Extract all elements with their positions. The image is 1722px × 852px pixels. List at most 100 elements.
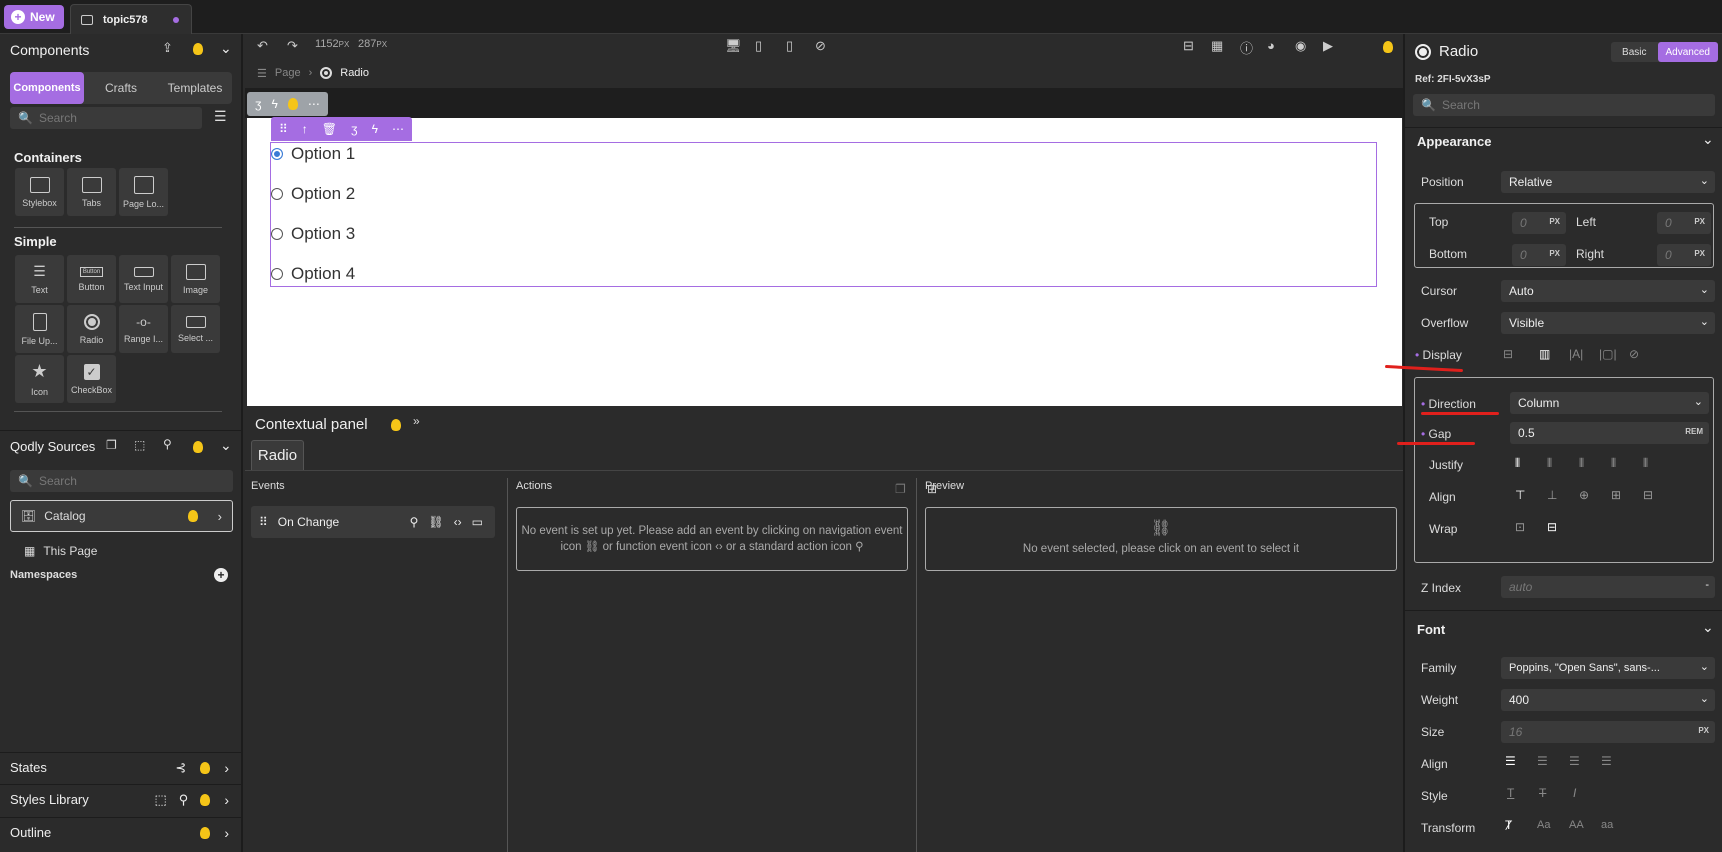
export-icon[interactable]: ⇪ (162, 40, 173, 56)
display-inline-block-icon[interactable]: |▢| (1599, 347, 1617, 361)
eye-icon[interactable]: ◉ (1295, 38, 1306, 54)
position-select[interactable]: Relative ⌄ (1501, 171, 1715, 193)
justify-start-icon[interactable]: ⫴ (1515, 456, 1520, 471)
tab-templates[interactable]: Templates (158, 72, 232, 104)
chevron-down-icon[interactable]: ⌄ (220, 437, 232, 454)
tile-tabs[interactable]: Tabs (67, 168, 116, 216)
mobile-icon[interactable]: ▯ (786, 38, 793, 54)
display-none-icon[interactable]: ⊘ (1629, 347, 1639, 361)
branch-icon[interactable]: ⊰ (175, 760, 186, 776)
states-row[interactable]: States ⊰ › (0, 752, 241, 782)
components-search[interactable]: 🔍 Search (10, 107, 202, 129)
play-icon[interactable]: ▶ (1323, 38, 1333, 54)
broom-icon[interactable]: ⚲ (179, 792, 189, 808)
outline-row[interactable]: Outline › (0, 817, 241, 847)
tablet-icon[interactable]: ▯ (755, 38, 762, 54)
tile-image[interactable]: Image (171, 255, 220, 303)
radio-input[interactable] (271, 148, 283, 160)
desktop-icon[interactable]: 🖥 (725, 38, 742, 54)
transform-none-icon[interactable]: Ⱦ (1505, 818, 1512, 832)
responsive-off-icon[interactable]: ⊘ (815, 38, 826, 54)
tile-icon[interactable]: ★ Icon (15, 355, 64, 403)
tile-text-input[interactable]: Text Input (119, 255, 168, 303)
justify-around-icon[interactable]: ⫴ (1643, 456, 1648, 471)
tab-radio[interactable]: Radio (251, 440, 304, 470)
catalog-item[interactable]: 🗄 Catalog › (10, 500, 233, 532)
redo-icon[interactable]: ↷ (287, 38, 298, 54)
align-stretch-icon[interactable]: ⊟ (1643, 488, 1653, 502)
bulb-icon[interactable] (287, 98, 298, 110)
navigation-icon[interactable]: ⚲ (410, 515, 419, 529)
display-inline-icon[interactable]: |A| (1569, 347, 1583, 361)
collapse-icon[interactable]: » (413, 414, 420, 428)
grid-icon[interactable]: ▦ (1211, 38, 1223, 54)
css-icon[interactable]: ʒ (255, 97, 262, 111)
tile-stylebox[interactable]: Stylebox (15, 168, 64, 216)
bulb-icon[interactable] (193, 43, 203, 55)
bulb-icon[interactable] (200, 793, 211, 806)
align-center-icon[interactable]: ⊕ (1579, 488, 1589, 502)
tile-radio[interactable]: Radio (67, 305, 116, 353)
text-align-left-icon[interactable]: ☰ (1505, 754, 1516, 768)
document-tab[interactable]: topic578 (70, 4, 192, 34)
bulb-icon[interactable] (391, 419, 401, 431)
more-icon[interactable]: ⋯ (308, 97, 320, 111)
properties-search[interactable]: 🔍 Search (1413, 94, 1715, 116)
sources-search[interactable]: 🔍 Search (10, 470, 233, 492)
lightning-icon[interactable]: ϟ (272, 97, 278, 111)
this-page-item[interactable]: ▦ This Page (24, 544, 97, 558)
overflow-select[interactable]: Visible ⌄ (1501, 312, 1715, 334)
radio-input[interactable] (271, 268, 283, 280)
bulb-icon[interactable] (1383, 41, 1393, 53)
list-icon[interactable]: ☰ (214, 108, 227, 125)
radio-option[interactable]: Option 3 (271, 214, 1376, 254)
nowrap-icon[interactable]: ⊟ (1547, 520, 1557, 534)
menu-icon[interactable]: ☰ (257, 67, 267, 80)
broom-icon[interactable]: ⚲ (163, 437, 172, 451)
chevron-down-icon[interactable]: ⌄ (1702, 619, 1714, 636)
gap-input[interactable]: 0.5 REM (1510, 422, 1709, 444)
radio-option[interactable]: Option 2 (271, 174, 1376, 214)
text-align-right-icon[interactable]: ☰ (1569, 754, 1580, 768)
bottom-input[interactable]: 0 PX (1512, 244, 1566, 266)
new-button[interactable]: + New (4, 5, 64, 29)
left-input[interactable]: 0 PX (1657, 212, 1711, 234)
underline-icon[interactable]: T (1507, 786, 1514, 800)
copy-icon[interactable]: ❐ (895, 482, 906, 496)
bulb-icon[interactable] (200, 761, 211, 774)
tile-range-input[interactable]: -o- Range I... (119, 305, 168, 353)
direction-select[interactable]: Column ⌄ (1510, 392, 1709, 414)
weight-select[interactable]: 400 ⌄ (1501, 689, 1715, 711)
radio-input[interactable] (271, 228, 283, 240)
justify-between-icon[interactable]: ⫴ (1611, 456, 1616, 471)
display-block-icon[interactable]: ⊟ (1503, 347, 1513, 361)
transform-uppercase[interactable]: AA (1569, 819, 1584, 831)
chevron-right-icon[interactable]: › (224, 792, 229, 808)
wrap-icon[interactable]: ⊡ (1515, 520, 1525, 534)
radio-option[interactable]: Option 4 (271, 254, 1376, 294)
chevron-right-icon[interactable]: › (224, 760, 229, 776)
align-start-icon[interactable]: ⊤ (1515, 488, 1525, 502)
family-select[interactable]: Poppins, "Open Sans", sans-... ⌄ (1501, 657, 1715, 679)
align-end-icon[interactable]: ⊥ (1547, 488, 1557, 502)
tab-crafts[interactable]: Crafts (84, 72, 158, 104)
bulb-icon[interactable] (193, 441, 203, 453)
radio-option[interactable]: Option 1 (271, 134, 1376, 174)
radio-input[interactable] (271, 188, 283, 200)
styles-library-row[interactable]: Styles Library ⬚ ⚲ › (0, 784, 241, 814)
tile-page-loader[interactable]: Page Lo... (119, 168, 168, 216)
justify-end-icon[interactable]: ⫴ (1579, 456, 1584, 471)
event-on-change[interactable]: ⠿ On Change ⚲ ⛓ ‹› ▭ (251, 506, 495, 538)
cursor-select[interactable]: Auto ⌄ (1501, 280, 1715, 302)
zindex-input[interactable]: auto - (1501, 576, 1715, 598)
standard-action-icon[interactable]: ▭ (472, 515, 483, 529)
strikethrough-icon[interactable]: T (1539, 786, 1546, 800)
display-flex-icon[interactable]: ▥ (1539, 347, 1550, 361)
transform-capitalize[interactable]: Aa (1537, 819, 1550, 831)
tile-checkbox[interactable]: ✓ CheckBox (67, 355, 116, 403)
info-icon[interactable]: ⓘ (1240, 38, 1253, 57)
tile-select[interactable]: Select ... (171, 305, 220, 353)
chevron-down-icon[interactable]: ⌄ (220, 40, 232, 57)
tile-button[interactable]: Button Button (67, 255, 116, 303)
radio-component[interactable]: Option 1 Option 2 Option 3 Option 4 (270, 142, 1377, 287)
